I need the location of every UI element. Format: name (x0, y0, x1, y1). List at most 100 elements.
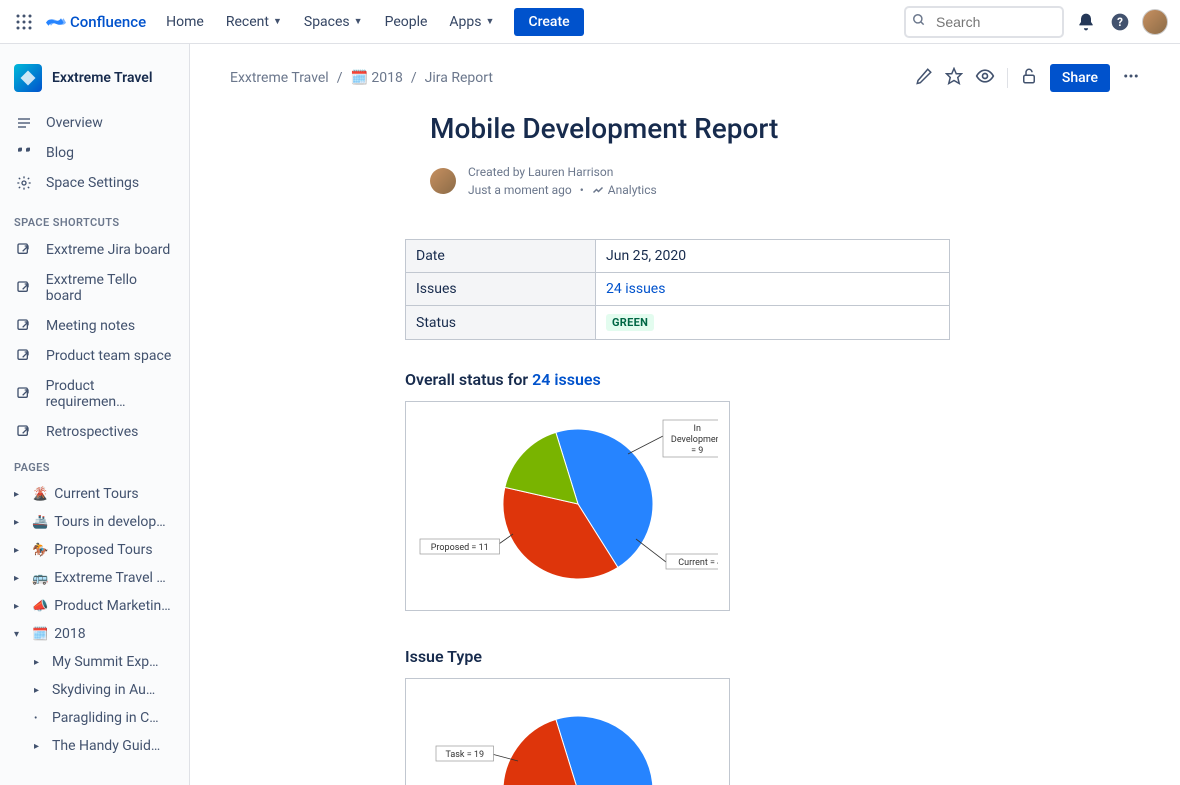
sidebar-overview[interactable]: Overview (0, 108, 189, 138)
overall-status-chart: InDevelopment= 9Current = 4Proposed = 11 (405, 401, 730, 611)
page-actions: Share (915, 64, 1140, 92)
more-actions-icon[interactable] (1122, 67, 1140, 89)
sidebar-nav: Overview Blog Space Settings (0, 104, 189, 202)
tree-item-child[interactable]: ▸Skydiving in Aust… (0, 676, 189, 704)
notifications-icon[interactable] (1074, 10, 1098, 34)
nav-people[interactable]: People (375, 10, 438, 34)
sidebar-blog[interactable]: Blog (0, 138, 189, 168)
svg-text:= 9: = 9 (691, 446, 703, 456)
issues-link[interactable]: 24 issues (606, 281, 665, 297)
tree-item[interactable]: ▸🌋Current Tours (0, 480, 189, 508)
page-title: Mobile Development Report (430, 112, 1140, 145)
tree-item[interactable]: ▸📣Product Marketin… (0, 592, 189, 620)
help-icon[interactable]: ? (1108, 10, 1132, 34)
issues-label: Issues (406, 273, 596, 306)
breadcrumb-current[interactable]: Jira Report (425, 70, 493, 86)
tree-toggle-icon[interactable]: ▸ (14, 601, 26, 612)
tree-toggle-icon[interactable]: ▸ (14, 517, 26, 528)
topbar-left: Confluence Home Recent▼ Spaces▼ People A… (12, 8, 584, 36)
tree-toggle-icon[interactable]: ▸ (14, 573, 26, 584)
breadcrumb-parent[interactable]: 🗓️ 2018 (351, 70, 403, 86)
analytics-link[interactable]: Analytics (592, 181, 657, 199)
overall-status-heading: Overall status for 24 issues (405, 370, 1140, 389)
shortcut-icon (14, 386, 34, 402)
watch-icon[interactable] (975, 66, 995, 90)
issue-type-chart: Task = 19 (405, 678, 730, 785)
byline-text: Created by Lauren Harrison Just a moment… (468, 163, 657, 199)
tree-item[interactable]: ▸🚢Tours in develop… (0, 508, 189, 536)
tree-toggle-icon[interactable]: ▸ (34, 685, 46, 696)
share-button[interactable]: Share (1050, 64, 1110, 92)
restrictions-icon[interactable] (1020, 67, 1038, 89)
shortcuts-list: Exxtreme Jira boardExxtreme Tello boardM… (0, 235, 189, 447)
shortcut-item[interactable]: Product team space (0, 341, 189, 371)
sidebar: Exxtreme Travel Overview Blog Space Sett… (0, 44, 190, 785)
search-icon (912, 13, 926, 31)
shortcut-icon (14, 242, 34, 258)
chevron-down-icon: ▼ (354, 16, 363, 27)
tree-item-child[interactable]: ▸My Summit Exper… (0, 648, 189, 676)
tree-item[interactable]: ▾🗓️2018 (0, 620, 189, 648)
sidebar-space-settings[interactable]: Space Settings (0, 168, 189, 198)
tree-item[interactable]: ▸🏇Proposed Tours (0, 536, 189, 564)
nav-recent[interactable]: Recent▼ (216, 10, 292, 34)
blog-icon (14, 145, 34, 161)
edit-icon[interactable] (915, 67, 933, 89)
shortcut-icon (14, 424, 34, 440)
tree-item[interactable]: ▸🚌Exxtreme Travel … (0, 564, 189, 592)
app-switcher-icon[interactable] (12, 10, 36, 34)
svg-text:?: ? (1117, 15, 1123, 29)
user-avatar[interactable] (1142, 9, 1168, 35)
table-row: Issues 24 issues (406, 273, 950, 306)
page-header: Exxtreme Travel / 🗓️ 2018 / Jira Report … (230, 64, 1140, 92)
create-button[interactable]: Create (514, 8, 583, 36)
status-badge: GREEN (606, 314, 654, 331)
divider (1007, 68, 1008, 88)
shortcut-item[interactable]: Exxtreme Tello board (0, 265, 189, 311)
shortcut-item[interactable]: Retrospectives (0, 417, 189, 447)
svg-text:Current = 4: Current = 4 (678, 558, 718, 568)
nav-home[interactable]: Home (156, 10, 214, 34)
table-row: Status GREEN (406, 306, 950, 340)
star-icon[interactable] (945, 67, 963, 89)
breadcrumb-space[interactable]: Exxtreme Travel (230, 70, 329, 86)
space-avatar (14, 64, 42, 92)
byline: Created by Lauren Harrison Just a moment… (430, 163, 1140, 199)
created-by: Created by Lauren Harrison (468, 163, 657, 181)
page-content: Mobile Development Report Created by Lau… (430, 112, 1140, 785)
tree-toggle-icon[interactable]: ▾ (14, 629, 26, 640)
shortcuts-label: SPACE SHORTCUTS (0, 202, 189, 235)
search-box (904, 6, 1064, 38)
nav-spaces[interactable]: Spaces▼ (294, 10, 373, 34)
tree-item-child[interactable]: •Paragliding in Co… (0, 704, 189, 732)
tree-toggle-icon[interactable]: ▸ (14, 545, 26, 556)
shortcut-item[interactable]: Exxtreme Jira board (0, 235, 189, 265)
svg-text:Proposed = 11: Proposed = 11 (431, 543, 489, 553)
gear-icon (14, 175, 34, 191)
tree-item-child[interactable]: ▸The Handy Guide… (0, 732, 189, 760)
tree-toggle-icon[interactable]: ▸ (14, 489, 26, 500)
issues-count-link[interactable]: 24 issues (532, 370, 601, 389)
shortcut-icon (14, 318, 34, 334)
nav-apps[interactable]: Apps▼ (439, 10, 504, 34)
overview-icon (14, 115, 34, 131)
pie-chart-2: Task = 19 (418, 691, 718, 785)
shortcut-item[interactable]: Meeting notes (0, 311, 189, 341)
svg-text:In: In (694, 424, 701, 434)
layout: Exxtreme Travel Overview Blog Space Sett… (0, 44, 1180, 785)
space-name: Exxtreme Travel (52, 70, 152, 86)
search-input[interactable] (904, 6, 1064, 38)
confluence-logo[interactable]: Confluence (46, 12, 146, 32)
breadcrumb: Exxtreme Travel / 🗓️ 2018 / Jira Report (230, 70, 493, 86)
tree-toggle-icon[interactable]: ▸ (34, 741, 46, 752)
tree-toggle-icon[interactable]: ▸ (34, 657, 46, 668)
status-label: Status (406, 306, 596, 340)
space-header[interactable]: Exxtreme Travel (0, 56, 189, 104)
timestamp: Just a moment ago (468, 181, 572, 199)
topbar-right: ? (904, 6, 1168, 38)
shortcut-item[interactable]: Product requiremen… (0, 371, 189, 417)
main-content: Exxtreme Travel / 🗓️ 2018 / Jira Report … (190, 44, 1180, 785)
issue-type-heading: Issue Type (405, 647, 1140, 666)
author-avatar[interactable] (430, 168, 456, 194)
pages-label: PAGES (0, 447, 189, 480)
